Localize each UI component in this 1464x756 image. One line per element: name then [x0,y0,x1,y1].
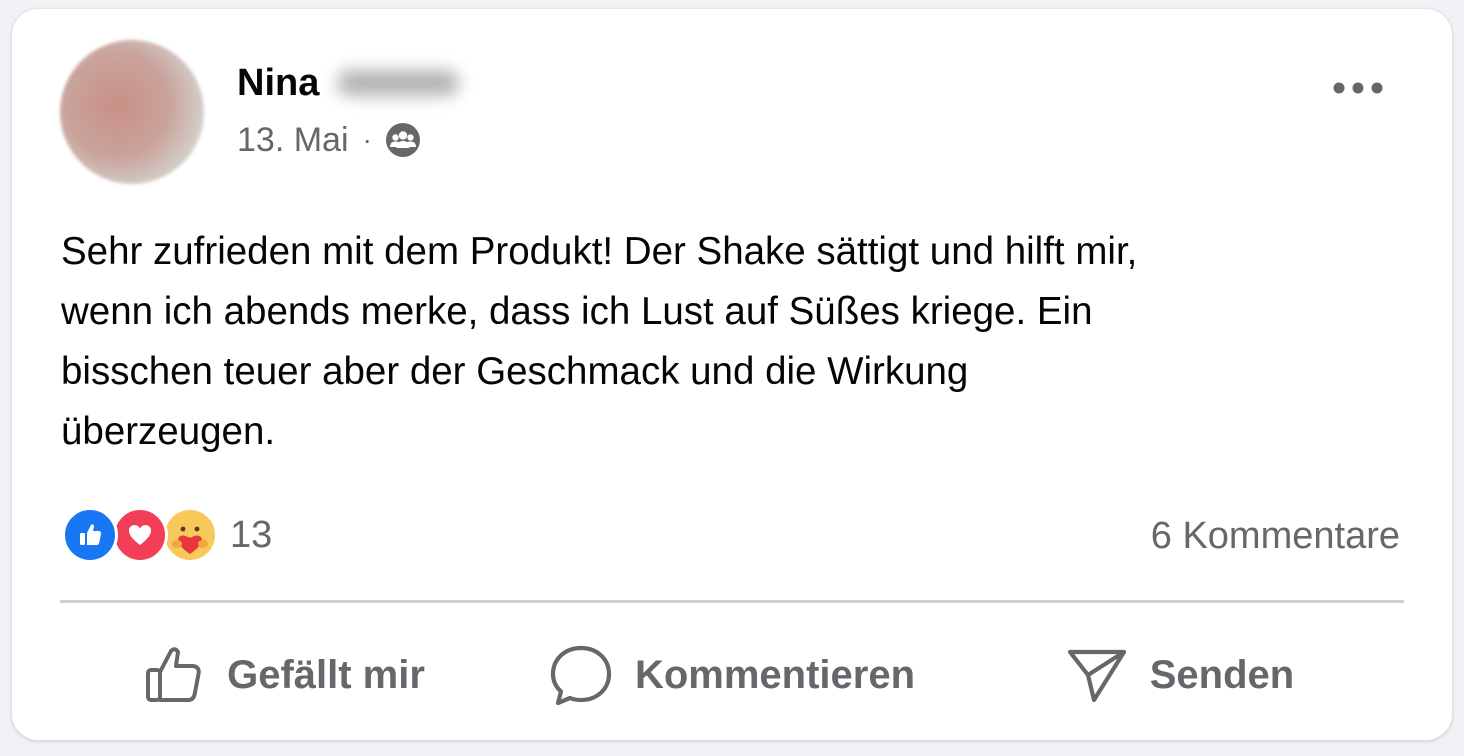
comment-bubble-icon [550,645,612,706]
comment-button[interactable]: Kommentieren [508,627,956,723]
action-bar: Gefällt mir Kommentieren Senden [60,627,1404,723]
blurred-surname [337,70,460,96]
more-options-button[interactable] [1330,73,1386,103]
like-button-label: Gefällt mir [227,653,425,697]
like-button[interactable]: Gefällt mir [60,627,508,723]
comments-count-link[interactable]: 6 Kommentare [1151,509,1400,563]
post-date[interactable]: 13. Mai [237,120,349,160]
care-reaction-icon [162,507,218,563]
reactions-summary[interactable]: 13 [62,507,272,563]
meta-separator: · [362,124,372,155]
love-reaction-icon [112,507,168,563]
author-name[interactable]: Nina [237,61,319,105]
avatar[interactable] [60,40,204,184]
send-button-label: Senden [1149,653,1295,697]
author-row: Nina [237,61,460,105]
comment-button-label: Kommentieren [634,653,916,697]
post-text: Sehr zufrieden mit dem Produkt! Der Shak… [61,230,1138,453]
post-meta: 13. Mai · [237,120,422,160]
divider [60,600,1404,603]
like-reaction-icon [62,507,118,563]
reaction-count: 13 [230,514,273,556]
more-dots-icon [1333,82,1383,94]
group-icon[interactable] [384,121,422,159]
send-icon [1067,649,1126,703]
thumbs-up-icon [146,647,201,702]
send-button[interactable]: Senden [956,627,1404,723]
post-card: Nina 13. Mai · Sehr zufrieden mit dem Pr… [12,9,1452,740]
